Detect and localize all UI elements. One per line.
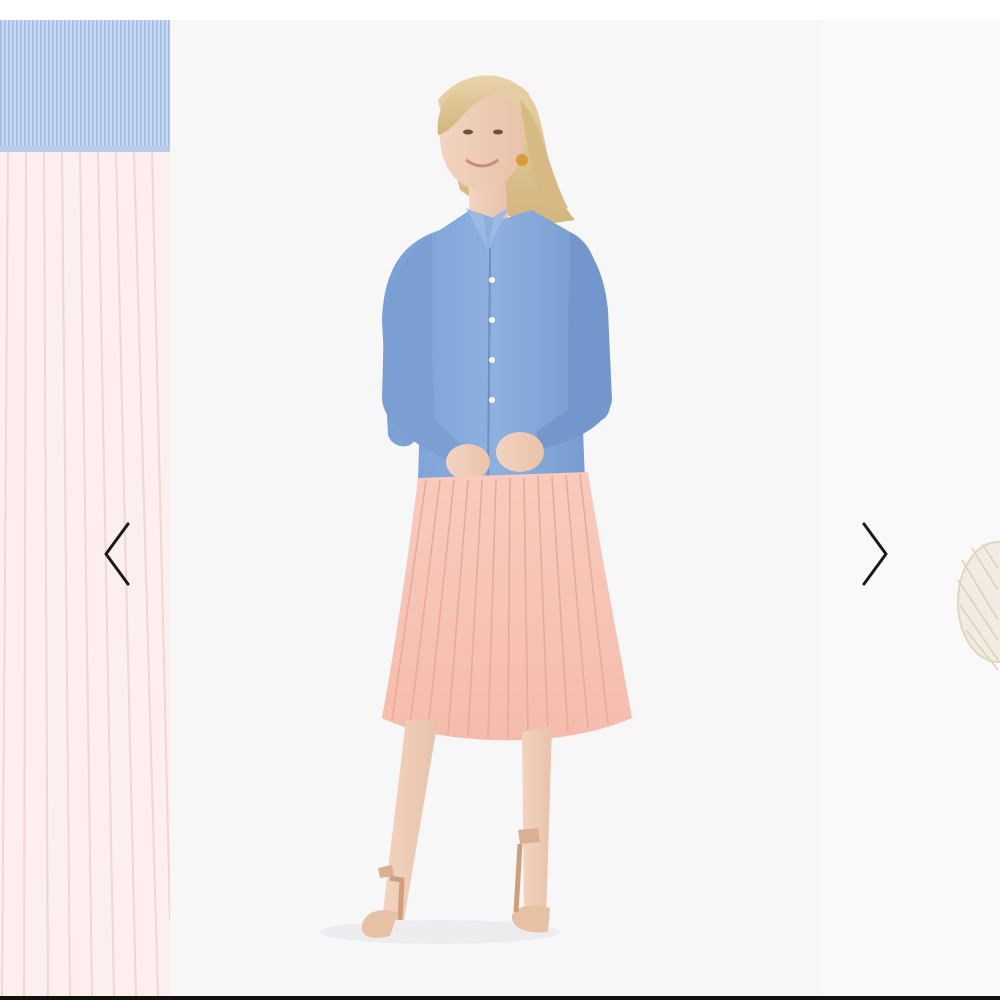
image-carousel xyxy=(0,0,1000,1000)
pleated-skirt-photo xyxy=(0,20,170,996)
previous-image-button[interactable] xyxy=(98,522,138,586)
previous-slide[interactable] xyxy=(0,20,170,996)
woven-item-photo xyxy=(957,541,1000,671)
chevron-left-icon xyxy=(104,522,130,586)
bottom-divider xyxy=(0,996,1000,1000)
model-in-shirt-dress-photo xyxy=(320,75,632,944)
chevron-right-icon xyxy=(862,522,888,586)
current-slide[interactable] xyxy=(170,20,822,996)
next-slide[interactable] xyxy=(822,20,1000,996)
next-image-button[interactable] xyxy=(854,522,894,586)
